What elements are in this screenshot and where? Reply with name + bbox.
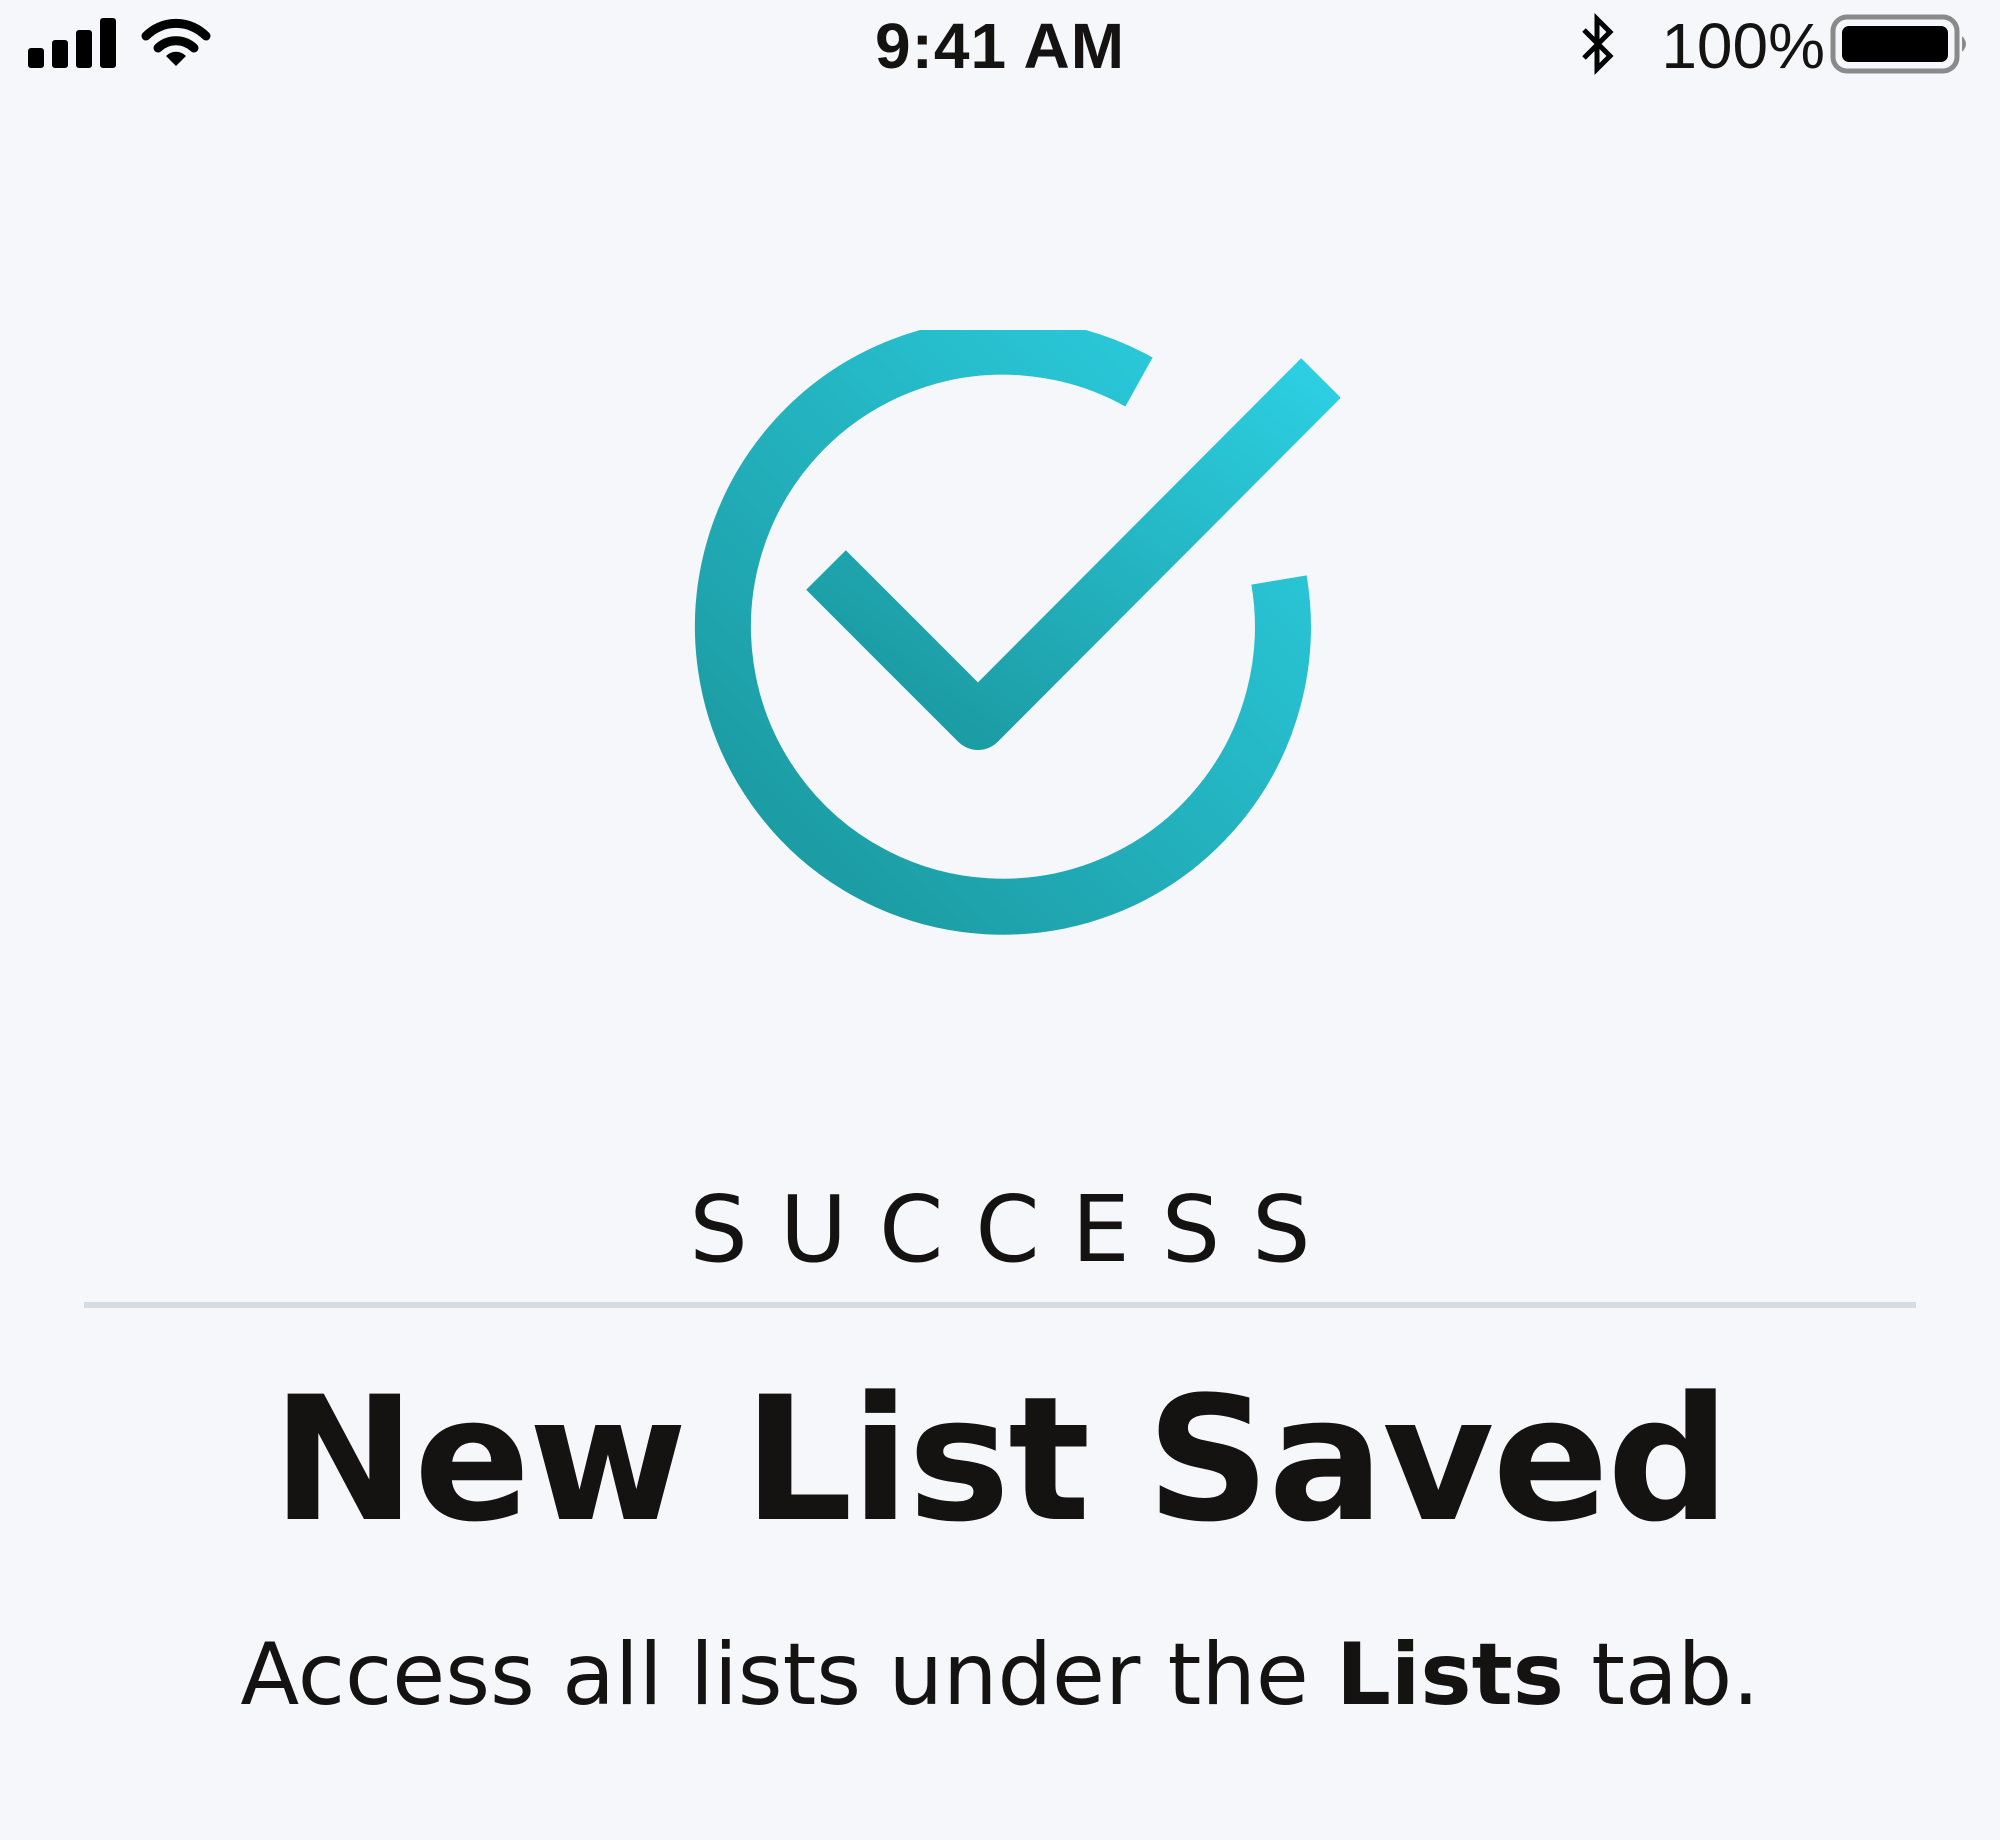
status-bar: 9:41 AM 100% — [0, 0, 2000, 100]
divider — [84, 1302, 1916, 1308]
success-checkmark — [806, 358, 1340, 750]
success-message: Access all lists under the Lists tab. — [0, 1620, 2000, 1730]
success-label: SUCCESS — [689, 1176, 1343, 1283]
lists-tab-reference: Lists — [1336, 1625, 1564, 1725]
success-check-icon — [694, 330, 1340, 935]
message-text-start: Access all lists under the — [240, 1625, 1337, 1725]
success-ring — [694, 330, 1311, 935]
battery-percent: 100% — [1661, 10, 1825, 82]
page-title: New List Saved — [271, 1359, 1730, 1560]
bluetooth-icon — [1582, 12, 1614, 76]
message-text-end: tab. — [1563, 1625, 1760, 1725]
battery-level-fill — [1842, 26, 1948, 62]
battery-icon — [1830, 14, 1966, 74]
